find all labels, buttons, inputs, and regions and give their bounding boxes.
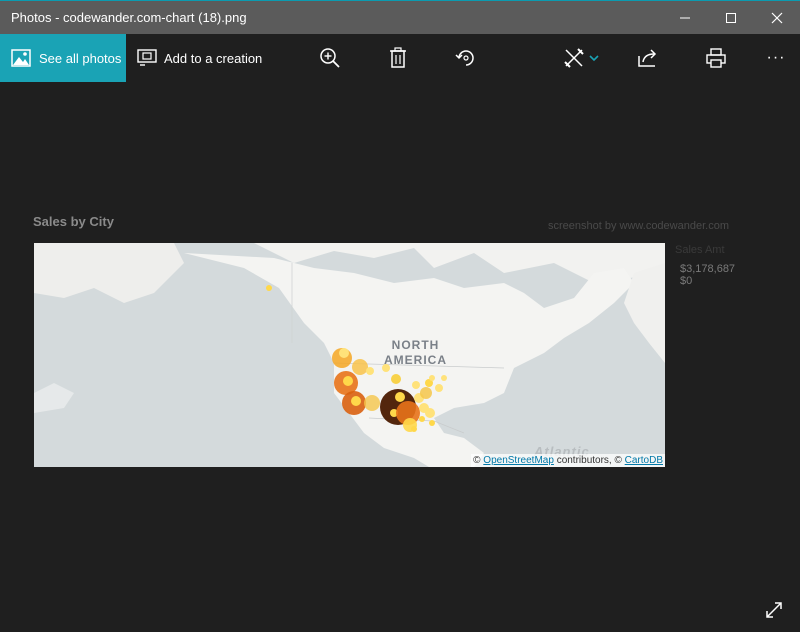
legend-min-value: $0 [680, 275, 693, 287]
photos-icon [11, 49, 31, 67]
add-to-creation-button[interactable]: Add to a creation [137, 49, 262, 67]
rotate-button[interactable] [446, 34, 486, 82]
openstreetmap-link[interactable]: OpenStreetMap [483, 455, 554, 466]
map-landmass [34, 243, 665, 467]
map-attribution: © OpenStreetMap contributors, © CartoDB [471, 454, 665, 467]
add-creation-icon [137, 49, 157, 66]
map-label-north-america: NORTH AMERICA [384, 338, 447, 368]
maximize-button[interactable] [708, 1, 754, 35]
see-all-photos-label: See all photos [39, 50, 122, 66]
legend-title: Sales Amt [675, 244, 725, 256]
zoom-in-icon [320, 48, 340, 68]
legend-max-value: $3,178,687 [680, 263, 736, 275]
print-button[interactable] [696, 34, 736, 82]
attribution-middle: contributors, © [556, 455, 622, 466]
map-label-line2: AMERICA [384, 353, 447, 367]
expand-icon [766, 602, 782, 618]
close-button[interactable] [754, 1, 800, 35]
chart-title: Sales by City [33, 214, 114, 229]
delete-button[interactable] [378, 34, 418, 82]
rotate-icon [455, 50, 474, 66]
sales-map: NORTH AMERICA Atlantic © OpenStreetMap c… [34, 243, 665, 467]
window-title: Photos - codewander.com-chart (18).png [11, 10, 247, 25]
cartodb-link[interactable]: CartoDB [625, 455, 663, 466]
edit-create-button[interactable] [553, 34, 609, 82]
minimize-button[interactable] [662, 1, 708, 35]
share-button[interactable] [628, 34, 668, 82]
more-icon: ··· [766, 49, 786, 66]
add-to-creation-label: Add to a creation [164, 50, 263, 66]
fullscreen-button[interactable] [764, 600, 784, 620]
print-icon [706, 48, 726, 68]
close-icon [771, 12, 783, 24]
attribution-prefix: © [473, 455, 481, 466]
window-controls [662, 1, 800, 35]
chevron-down-icon [589, 55, 599, 62]
zoom-button[interactable] [310, 34, 350, 82]
minimize-icon [680, 17, 690, 19]
title-bar: Photos - codewander.com-chart (18).png [0, 0, 800, 34]
map-label-line1: NORTH [391, 338, 440, 352]
share-icon [638, 49, 657, 67]
edit-icon [564, 48, 584, 68]
see-all-photos-button[interactable]: See all photos [0, 34, 126, 82]
maximize-icon [726, 13, 736, 23]
watermark: screenshot by www.codewander.com [548, 220, 729, 232]
more-button[interactable]: ··· [756, 34, 796, 82]
delete-icon [390, 47, 406, 68]
